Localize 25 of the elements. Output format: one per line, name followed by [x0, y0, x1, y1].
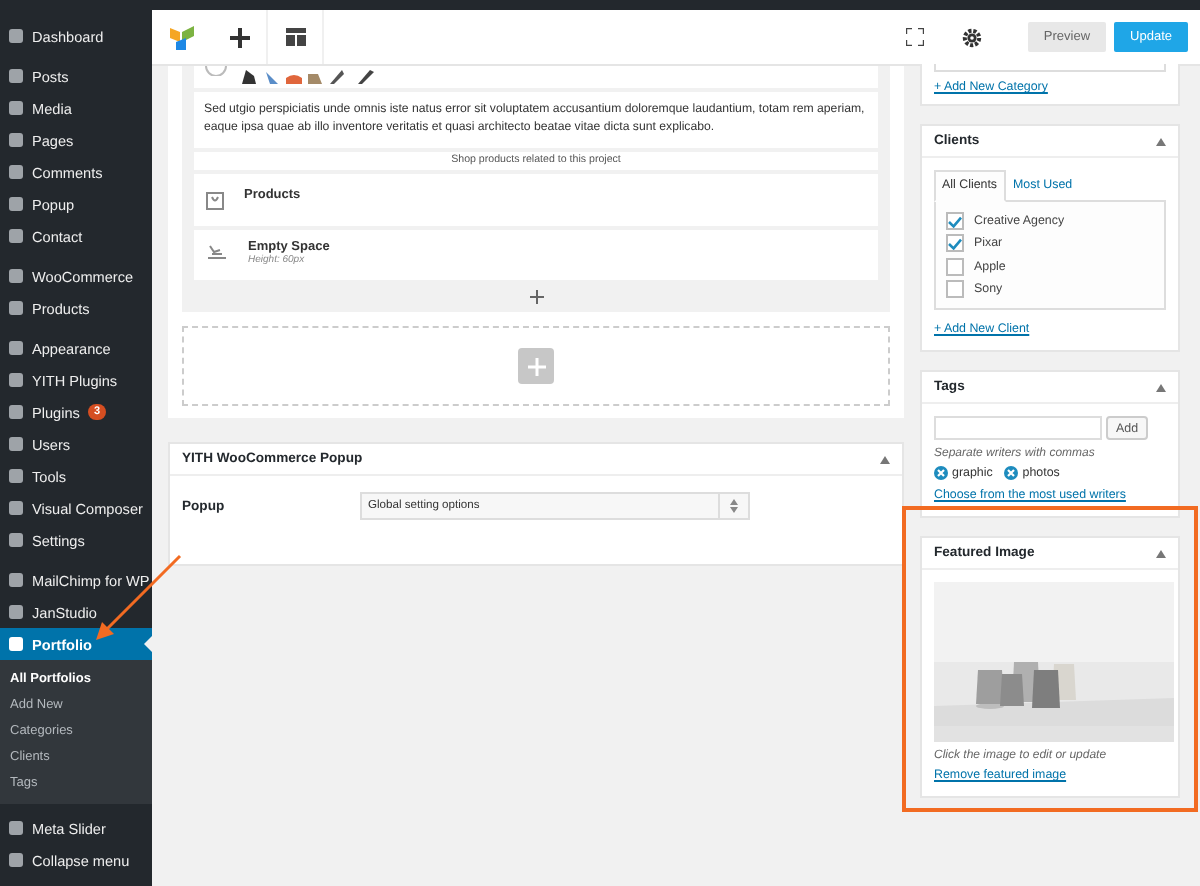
remove-tag-button[interactable] — [934, 466, 948, 481]
collapse-arrow-icon — [1156, 383, 1166, 392]
element-icon — [204, 66, 228, 76]
remove-tag-button[interactable] — [1004, 466, 1019, 481]
menu-icon — [8, 28, 24, 44]
fullscreen-icon — [906, 28, 925, 46]
plus-icon — [527, 357, 545, 375]
plus-icon — [529, 290, 543, 304]
remove-icon — [934, 466, 948, 481]
builder-logo-icon — [168, 23, 196, 51]
collapse-arrow-icon — [880, 455, 890, 463]
checkbox[interactable] — [946, 280, 964, 299]
checkbox[interactable] — [946, 234, 964, 253]
checkbox[interactable] — [946, 257, 964, 276]
spacer-icon — [206, 244, 228, 260]
checkbox[interactable] — [946, 212, 964, 231]
collapse-arrow-icon — [1156, 549, 1166, 558]
plus-icon — [229, 27, 249, 47]
gear-icon — [961, 27, 982, 47]
tag-input-field[interactable] — [934, 416, 1102, 441]
collapse-arrow-icon — [1156, 137, 1166, 145]
product-images-drawing — [242, 68, 378, 84]
bag-icon — [206, 192, 224, 210]
remove-icon — [1004, 466, 1019, 481]
layout-icon — [285, 28, 305, 46]
